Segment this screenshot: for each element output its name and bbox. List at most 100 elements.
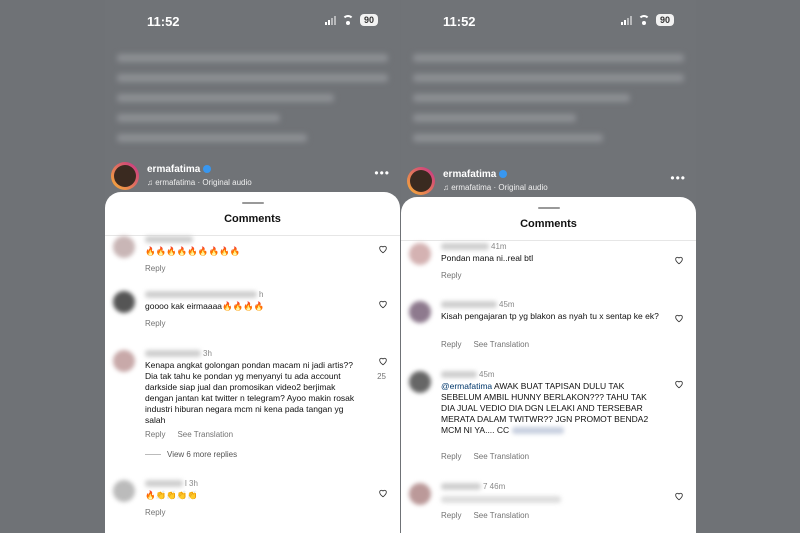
view-more-replies[interactable]: View 6 more replies <box>145 450 237 459</box>
status-bar: 11:52 90 <box>105 12 400 32</box>
comment-text: Pondan mana ni..real btl <box>441 253 534 263</box>
comment-avatar[interactable] <box>409 243 431 265</box>
comment-text-redacted <box>441 495 662 506</box>
audio-label[interactable]: ♫ ermafatima · Original audio <box>443 183 548 192</box>
comment-avatar[interactable] <box>409 483 431 505</box>
like-icon[interactable] <box>378 244 388 254</box>
blurred-username <box>441 300 497 308</box>
more-options-icon[interactable]: ••• <box>670 171 686 185</box>
drag-handle[interactable] <box>537 207 560 209</box>
see-translation-button[interactable]: See Translation <box>473 511 529 520</box>
like-icon[interactable] <box>378 488 388 498</box>
avatar[interactable] <box>407 167 435 195</box>
see-translation-button[interactable]: See Translation <box>473 340 529 349</box>
comment-header: 45m <box>441 299 515 309</box>
comment-actions: Reply See Translation <box>441 340 541 349</box>
comment-actions: Reply See Translation <box>441 511 541 520</box>
reply-button[interactable]: Reply <box>441 340 461 349</box>
like-icon[interactable] <box>674 379 684 389</box>
wifi-icon <box>637 15 650 25</box>
status-bar: 11:52 90 <box>401 12 696 32</box>
background <box>0 0 105 533</box>
comment-actions: Reply <box>145 264 177 273</box>
reply-button[interactable]: Reply <box>145 264 165 273</box>
comment-header: 7 46m <box>441 481 505 491</box>
username[interactable]: ermafatima <box>443 169 508 180</box>
blurred-username <box>441 242 489 250</box>
like-icon[interactable] <box>674 255 684 265</box>
blurred-username <box>441 370 477 378</box>
see-translation-button[interactable]: See Translation <box>177 430 233 439</box>
comment-text: Kenapa angkat golongan pondan macam ni j… <box>145 360 355 425</box>
reply-button[interactable]: Reply <box>441 511 461 520</box>
comment: 45m Kisah pengajaran tp yg blakon as nya… <box>409 299 688 353</box>
status-icons: 90 <box>324 14 378 26</box>
like-icon[interactable] <box>674 491 684 501</box>
reply-button[interactable]: Reply <box>145 430 165 439</box>
comment-avatar[interactable] <box>113 291 135 313</box>
reply-button[interactable]: Reply <box>441 452 461 461</box>
blurred-text <box>441 496 561 503</box>
blurred-username <box>145 479 183 487</box>
music-note-icon: ♫ <box>443 183 452 192</box>
like-icon[interactable] <box>378 356 388 366</box>
blurred-username <box>145 235 193 243</box>
comment-header: 41m <box>441 241 507 251</box>
sheet-title: Comments <box>401 218 696 241</box>
status-icons: 90 <box>620 14 674 26</box>
audio-label[interactable]: ♫ ermafatima · Original audio <box>147 178 252 187</box>
comment-avatar[interactable] <box>113 480 135 502</box>
screenshot-right: 11:52 90 ermafatima ♫ ermafatima · Origi… <box>401 0 696 533</box>
like-icon[interactable] <box>674 313 684 323</box>
comment: 7 46m Reply See Translation <box>409 481 688 521</box>
signal-icon <box>620 15 632 25</box>
reply-button[interactable]: Reply <box>145 319 165 328</box>
comment-text: goooo kak eirmaaaa🔥🔥🔥🔥 <box>145 301 265 311</box>
drag-handle[interactable] <box>241 202 264 204</box>
comment: 41m Pondan mana ni..real btl Reply <box>409 241 688 283</box>
status-time: 11:52 <box>147 14 180 29</box>
blurred-username <box>441 482 481 490</box>
status-time: 11:52 <box>443 14 476 29</box>
comment-text: 🔥👏👏👏👏 <box>145 490 198 500</box>
like-count: 25 <box>377 372 386 381</box>
comment: l 3h 🔥👏👏👏👏 Reply <box>113 478 392 520</box>
comment-actions: Reply See Translation <box>145 430 245 439</box>
wifi-icon <box>341 15 354 25</box>
reply-button[interactable]: Reply <box>441 271 461 280</box>
verified-icon <box>499 170 508 179</box>
comment: 45m @ermafatima AWAK BUAT TAPISAN DULU T… <box>409 369 688 465</box>
comment-avatar[interactable] <box>113 236 135 258</box>
post-header: ermafatima ♫ ermafatima · Original audio… <box>407 165 690 199</box>
reply-button[interactable]: Reply <box>145 508 165 517</box>
comment-avatar[interactable] <box>113 350 135 372</box>
comment: 🔥🔥🔥🔥🔥🔥🔥🔥🔥 Reply <box>113 234 392 276</box>
comment-header: l 3h <box>145 478 198 488</box>
more-options-icon[interactable]: ••• <box>374 166 390 180</box>
comment-header <box>145 234 195 244</box>
blurred-username <box>145 349 201 357</box>
comment-actions: Reply <box>145 508 177 517</box>
comment-header: 45m <box>441 369 495 379</box>
comments-sheet: Comments 41m Pondan mana ni..real btl Re… <box>401 197 696 533</box>
mention-link[interactable]: @ermafatima <box>441 381 492 391</box>
comment-text: 🔥🔥🔥🔥🔥🔥🔥🔥🔥 <box>145 246 241 256</box>
avatar[interactable] <box>111 162 139 190</box>
comments-sheet: Comments 🔥🔥🔥🔥🔥🔥🔥🔥🔥 Reply h goooo kak eir… <box>105 192 400 533</box>
like-icon[interactable] <box>378 299 388 309</box>
comment-header: 3h <box>145 348 212 358</box>
blurred-caption <box>413 42 684 150</box>
blurred-caption <box>117 42 388 150</box>
comment-avatar[interactable] <box>409 301 431 323</box>
screenshot-left: 11:52 90 ermafatima ♫ ermafatima · Origi… <box>105 0 400 533</box>
battery-icon: 90 <box>655 14 674 26</box>
comment-text: Kisah pengajaran tp yg blakon as nyah tu… <box>441 311 659 321</box>
sheet-title: Comments <box>105 213 400 236</box>
comment-avatar[interactable] <box>409 371 431 393</box>
username[interactable]: ermafatima <box>147 164 212 175</box>
see-translation-button[interactable]: See Translation <box>473 452 529 461</box>
comment-actions: Reply <box>145 319 177 328</box>
comment-header: h <box>145 289 263 299</box>
battery-icon: 90 <box>359 14 378 26</box>
comment-actions: Reply See Translation <box>441 452 541 461</box>
